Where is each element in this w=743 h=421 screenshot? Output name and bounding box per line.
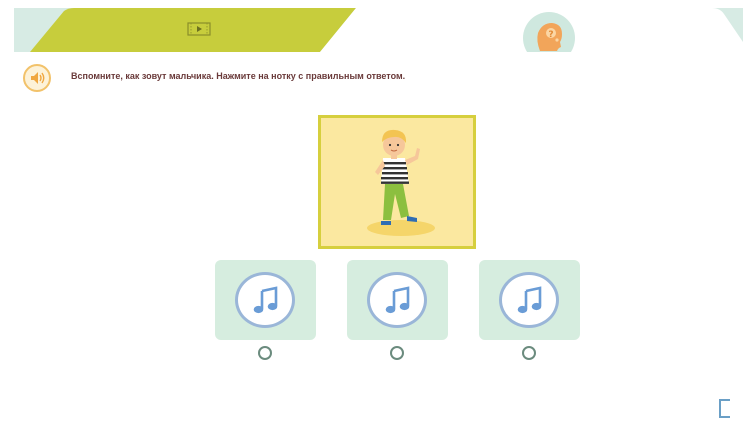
answer-option-2[interactable] [347,260,448,340]
boy-illustration [367,129,435,236]
activity-tab-bar: ? [0,0,743,52]
music-note-icon [253,286,278,314]
svg-text:?: ? [548,30,553,40]
instruction-text: Вспомните, как зовут мальчика. Нажмите н… [71,71,406,81]
music-note-icon [385,286,410,314]
answer-radio-1[interactable] [258,346,272,360]
tab-video[interactable] [187,22,211,36]
answer-radio-2[interactable] [390,346,404,360]
answer-option-1[interactable] [215,260,316,340]
thinking-head-icon: ? [537,23,562,51]
music-note-icon [517,286,542,314]
note-button-2[interactable] [367,272,427,328]
audio-play-button[interactable] [23,64,51,92]
answer-radio-3[interactable] [522,346,536,360]
speaker-icon [31,72,45,84]
answer-option-3[interactable] [479,260,580,340]
boy-picture [318,115,476,249]
fullscreen-bracket-icon[interactable] [719,399,730,418]
note-button-3[interactable] [499,272,559,328]
video-play-icon [187,22,211,36]
tab-bar-shapes [14,8,743,52]
note-button-1[interactable] [235,272,295,328]
tab-thinking[interactable]: ? [524,17,574,57]
